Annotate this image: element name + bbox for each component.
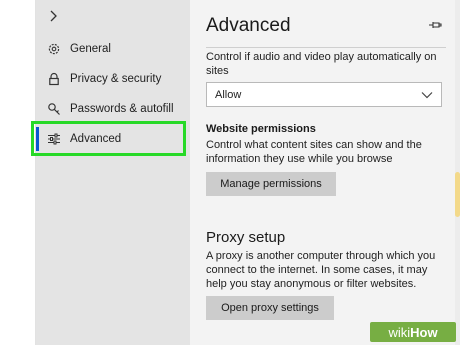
sidebar-item-label: Passwords & autofill [70, 103, 174, 115]
sidebar-item-label: Privacy & security [70, 73, 162, 85]
autoplay-select-value: Allow [215, 88, 242, 101]
autoplay-description: Control if audio and video play automati… [206, 51, 437, 77]
pin-icon[interactable] [428, 18, 442, 32]
page-title: Advanced [206, 15, 291, 36]
manage-permissions-button[interactable]: Manage permissions [206, 172, 336, 196]
website-permissions-heading: Website permissions [206, 123, 316, 135]
proxy-setup-heading: Proxy setup [206, 229, 286, 246]
sidebar-item-general[interactable]: General [36, 34, 190, 64]
proxy-setup-description: A proxy is another computer through whic… [206, 250, 436, 290]
chevron-down-icon [421, 86, 433, 104]
selected-indicator [36, 127, 39, 151]
sidebar-item-advanced[interactable]: Advanced [36, 124, 190, 154]
left-strip [0, 0, 36, 345]
sidebar-item-privacy-security[interactable]: Privacy & security [36, 64, 190, 94]
settings-nav-pane: General Privacy & security Passwords & a… [36, 0, 190, 345]
watermark-part2: How [410, 324, 438, 340]
website-permissions-description: Control what content sites can show and … [206, 139, 422, 165]
scrollbar-thumb[interactable] [455, 172, 460, 217]
sidebar-item-label: Advanced [70, 133, 122, 145]
wikihow-watermark: wiki How [370, 322, 456, 342]
expand-chevron-icon[interactable] [48, 10, 62, 26]
open-proxy-settings-button[interactable]: Open proxy settings [206, 296, 334, 320]
gear-icon [46, 41, 62, 57]
lock-icon [46, 71, 62, 87]
key-icon [46, 101, 62, 117]
divider [206, 47, 446, 48]
watermark-part1: wiki [388, 324, 411, 340]
sidebar-item-label: General [70, 43, 111, 55]
sliders-icon [46, 131, 62, 147]
sidebar-item-passwords-autofill[interactable]: Passwords & autofill [36, 94, 190, 124]
autoplay-select[interactable]: Allow [206, 82, 442, 107]
advanced-settings-panel: Advanced Control if audio and video play… [190, 0, 455, 345]
